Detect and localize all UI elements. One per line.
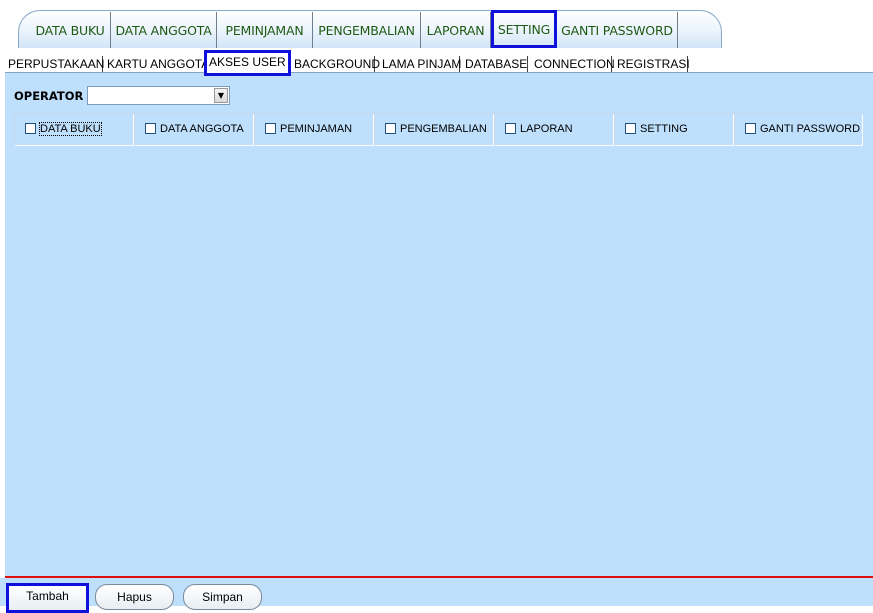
simpan-label: Simpan	[202, 590, 243, 604]
chevron-down-icon[interactable]: ▼	[214, 88, 228, 103]
perm-label: DATA BUKU	[39, 122, 102, 136]
perm-label: DATA ANGGOTA	[160, 123, 244, 135]
hapus-button[interactable]: Hapus	[95, 584, 174, 610]
tab-laporan[interactable]: LAPORAN	[421, 12, 491, 48]
perm-label: PEMINJAMAN	[280, 123, 353, 135]
perm-setting[interactable]: SETTING	[614, 114, 734, 146]
subtab-perpustakaan[interactable]: PERPUSTAKAAN	[6, 56, 104, 72]
perm-peminjaman[interactable]: PEMINJAMAN	[254, 114, 374, 146]
operator-label: OPERATOR	[14, 89, 84, 103]
checkbox[interactable]	[505, 123, 516, 134]
tambah-label: Tambah	[26, 589, 69, 603]
subtab-registrasi[interactable]: REGISTRASI	[615, 56, 690, 72]
operator-dropdown[interactable]: ▼	[87, 86, 230, 105]
perm-label: LAPORAN	[520, 123, 573, 135]
tambah-button[interactable]: Tambah	[6, 583, 89, 613]
akses-user-panel: OPERATOR ▼ DATA BUKU DATA ANGGOTA PEMINJ…	[5, 72, 873, 578]
checkbox[interactable]	[625, 123, 636, 134]
main-tab-bar: DATA BUKU DATA ANGGOTA PEMINJAMAN PENGEM…	[18, 10, 722, 48]
perm-label: PENGEMBALIAN	[400, 123, 487, 135]
subtab-kartu-anggota[interactable]: KARTU ANGGOTA	[105, 56, 209, 72]
permission-row: DATA BUKU DATA ANGGOTA PEMINJAMAN PENGEM…	[14, 113, 863, 146]
tab-peminjaman[interactable]: PEMINJAMAN	[217, 12, 313, 48]
perm-data-anggota[interactable]: DATA ANGGOTA	[134, 114, 254, 146]
checkbox[interactable]	[745, 123, 756, 134]
checkbox[interactable]	[25, 123, 36, 134]
tab-setting[interactable]: SETTING	[491, 10, 557, 48]
subtab-lama-pinjam[interactable]: LAMA PINJAM	[380, 56, 461, 72]
checkbox[interactable]	[385, 123, 396, 134]
tab-data-anggota[interactable]: DATA ANGGOTA	[111, 12, 217, 48]
perm-data-buku[interactable]: DATA BUKU	[14, 114, 134, 146]
tab-ganti-password[interactable]: GANTI PASSWORD	[557, 12, 678, 48]
simpan-button[interactable]: Simpan	[183, 584, 262, 610]
subtab-akses-user[interactable]: AKSES USER	[204, 50, 291, 76]
tab-pengembalian[interactable]: PENGEMBALIAN	[313, 12, 421, 48]
perm-ganti-password[interactable]: GANTI PASSWORD	[734, 114, 863, 146]
perm-laporan[interactable]: LAPORAN	[494, 114, 614, 146]
perm-label: GANTI PASSWORD	[760, 123, 861, 135]
checkbox[interactable]	[265, 123, 276, 134]
checkbox[interactable]	[145, 123, 156, 134]
perm-pengembalian[interactable]: PENGEMBALIAN	[374, 114, 494, 146]
tab-data-buku[interactable]: DATA BUKU	[30, 12, 111, 48]
subtab-background[interactable]: BACKGROUND	[292, 56, 380, 72]
subtab-connection[interactable]: CONNECTION	[532, 56, 615, 72]
action-bar: Tambah Hapus Simpan	[0, 578, 873, 613]
subtab-database[interactable]: DATABASE	[463, 56, 528, 72]
sub-tab-bar: PERPUSTAKAAN KARTU ANGGOTA AKSES USER BA…	[0, 50, 873, 76]
perm-label: SETTING	[640, 123, 688, 135]
hapus-label: Hapus	[117, 590, 152, 604]
